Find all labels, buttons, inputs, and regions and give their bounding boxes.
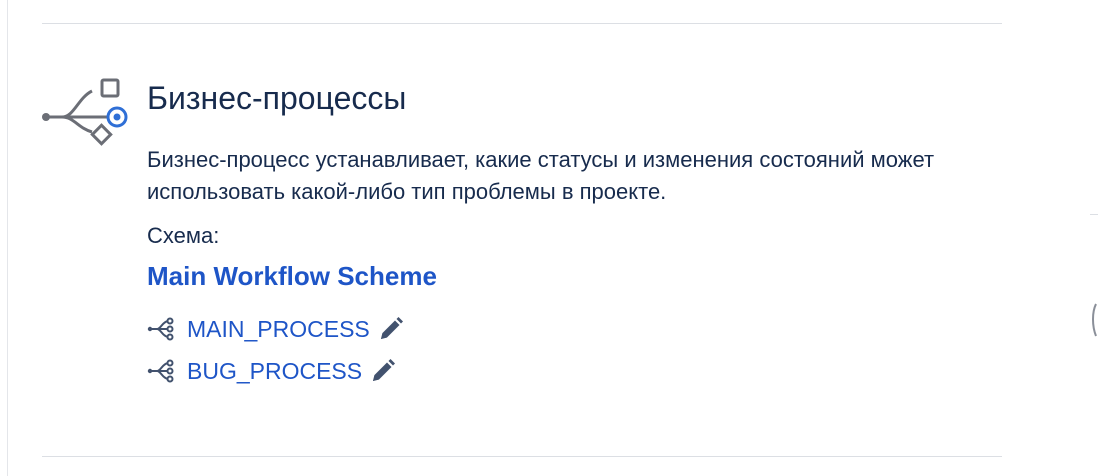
workflow-icon — [42, 78, 128, 146]
scheme-link[interactable]: Main Workflow Scheme — [147, 260, 437, 292]
pencil-icon[interactable] — [378, 316, 404, 342]
workflow-link-bug-process[interactable]: BUG_PROCESS — [187, 357, 362, 385]
workflow-item: MAIN_PROCESS — [147, 308, 1007, 350]
adjacent-panel-icon-fragment — [1092, 303, 1097, 337]
top-divider — [42, 23, 1002, 24]
workflow-list: MAIN_PROCESS BUG_PROCESS — [147, 308, 1007, 392]
sidebar-edge — [0, 0, 8, 476]
share-icon — [147, 317, 174, 341]
section-title: Бизнес-процессы — [147, 80, 407, 116]
workflow-item: BUG_PROCESS — [147, 350, 1007, 392]
scheme-label: Схема: — [147, 223, 220, 248]
project-settings-page: Бизнес-процессы Бизнес-процесс устанавли… — [0, 0, 1098, 476]
adjacent-panel-edge — [1090, 214, 1098, 215]
share-icon — [147, 359, 174, 383]
pencil-icon[interactable] — [370, 358, 396, 384]
bottom-divider — [42, 456, 1002, 457]
workflow-section: Бизнес-процессы Бизнес-процесс устанавли… — [147, 78, 1007, 392]
workflow-link-main-process[interactable]: MAIN_PROCESS — [187, 315, 370, 343]
section-description: Бизнес-процесс устанавливает, какие стат… — [147, 147, 935, 204]
